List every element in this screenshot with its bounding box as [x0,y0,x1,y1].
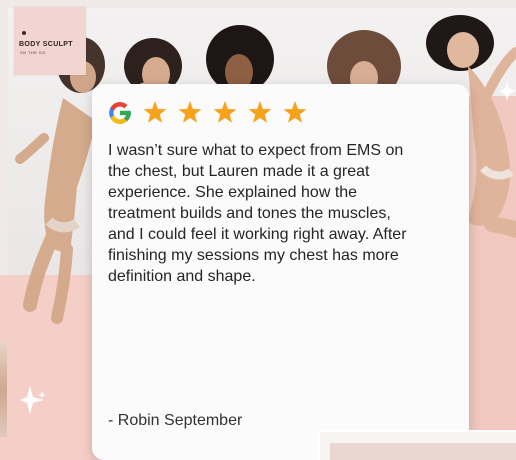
sparkle-icon [499,81,515,101]
logo-title: BODY SCULPT [19,41,73,48]
google-g-icon [109,102,131,124]
body-sculpt-logo: BODY SCULPT ON THE GO [14,7,86,75]
logo-subtitle: ON THE GO [20,51,46,55]
logo-dot [22,31,26,35]
star-icon [213,101,237,123]
review-card: I wasn’t sure what to expect from EMS on… [92,84,469,460]
review-graphic: BODY SCULPT ON THE GO I wasn’t sure what… [0,0,516,460]
star-rating [143,101,307,123]
review-author: - Robin September [108,412,243,429]
star-icon [178,101,202,123]
review-header [107,100,327,130]
left-photo-fragment [0,342,7,437]
star-icon [283,101,307,123]
inset-panel-fill [330,443,516,460]
star-icon [248,101,272,123]
star-icon [143,101,167,123]
review-text: I wasn’t sure what to expect from EMS on… [108,142,407,285]
sparkle-icon [20,386,46,414]
